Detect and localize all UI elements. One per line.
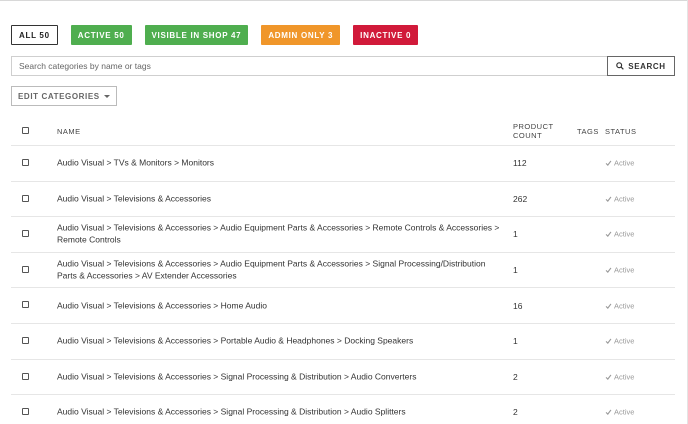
row-checkbox[interactable] (22, 230, 29, 238)
table-row[interactable]: Audio Visual > Televisions & Accessories… (11, 182, 675, 218)
table-row[interactable]: Audio Visual > Televisions & Accessories… (11, 360, 675, 396)
product-count: 1 (513, 229, 518, 240)
row-checkbox[interactable] (22, 194, 29, 202)
table-row[interactable]: Audio Visual > Televisions & Accessories… (11, 253, 675, 289)
status-badge: Active (605, 337, 634, 346)
categories-table: NAME PRODUCT COUNT TAGS STATUS Audio Vis… (11, 116, 675, 424)
table-row[interactable]: Audio Visual > Televisions & Accessories… (11, 288, 675, 324)
row-checkbox[interactable] (22, 265, 29, 273)
filter-active-button[interactable]: ACTIVE 50 (70, 25, 132, 45)
category-name[interactable]: Audio Visual > TVs & Monitors > Monitors (57, 158, 507, 170)
category-name[interactable]: Audio Visual > Televisions & Accessories… (57, 259, 507, 282)
category-name[interactable]: Audio Visual > Televisions & Accessories… (57, 300, 507, 312)
status-badge: Active (605, 159, 634, 168)
search-button[interactable]: SEARCH (607, 56, 675, 76)
product-count: 1 (513, 336, 518, 347)
check-icon (605, 196, 612, 202)
status-label: Active (614, 158, 635, 168)
table-row[interactable]: Audio Visual > Televisions & Accessories… (11, 217, 675, 253)
status-badge: Active (605, 408, 634, 417)
category-name[interactable]: Audio Visual > Televisions & Accessories… (57, 371, 507, 383)
product-count: 16 (513, 300, 523, 311)
row-checkbox[interactable] (22, 336, 29, 344)
check-icon (605, 160, 612, 167)
status-label: Active (614, 229, 635, 239)
column-header-product-count[interactable]: PRODUCT COUNT (513, 122, 563, 140)
product-count: 262 (513, 193, 528, 204)
row-checkbox[interactable] (22, 372, 29, 380)
filter-all-button[interactable]: ALL 50 (11, 25, 58, 45)
check-icon (605, 303, 612, 309)
product-count: 2 (513, 407, 518, 418)
category-name[interactable]: Audio Visual > Televisions & Accessories… (57, 407, 507, 419)
product-count: 2 (513, 371, 518, 382)
search-button-label: SEARCH (628, 61, 666, 71)
table-body: Audio Visual > TVs & Monitors > Monitors… (11, 146, 675, 424)
top-divider (0, 0, 688, 1)
status-badge: Active (605, 230, 634, 239)
row-checkbox[interactable] (22, 301, 29, 309)
status-label: Active (614, 265, 635, 275)
column-header-tags: TAGS (577, 127, 599, 136)
status-label: Active (614, 194, 635, 204)
check-icon (605, 338, 612, 345)
filter-admin-only-button[interactable]: ADMIN ONLY 3 (261, 25, 341, 45)
row-checkbox[interactable] (22, 408, 29, 416)
status-label: Active (614, 301, 635, 311)
row-checkbox[interactable] (22, 159, 29, 166)
filter-visible-in-shop-button[interactable]: VISIBLE IN SHOP 47 (144, 25, 249, 45)
table-row[interactable]: Audio Visual > Televisions & Accessories… (11, 324, 675, 360)
status-badge: Active (605, 372, 634, 381)
product-count: 112 (513, 158, 527, 169)
check-icon (605, 267, 612, 274)
status-badge: Active (605, 301, 634, 310)
status-label: Active (614, 336, 635, 346)
filter-bar: ALL 50 ACTIVE 50 VISIBLE IN SHOP 47 ADMI… (11, 25, 419, 45)
edit-categories-dropdown[interactable]: EDIT CATEGORIES (11, 86, 117, 106)
table-row[interactable]: Audio Visual > TVs & Monitors > Monitors… (11, 146, 675, 182)
category-name[interactable]: Audio Visual > Televisions & Accessories (57, 193, 507, 205)
caret-down-icon (103, 94, 110, 98)
edit-categories-label: EDIT CATEGORIES (18, 91, 100, 101)
category-name[interactable]: Audio Visual > Televisions & Accessories… (57, 223, 507, 246)
table-header: NAME PRODUCT COUNT TAGS STATUS (11, 116, 675, 146)
table-row[interactable]: Audio Visual > Televisions & Accessories… (11, 395, 675, 424)
column-header-name[interactable]: NAME (57, 127, 81, 136)
filter-inactive-button[interactable]: INACTIVE 0 (353, 25, 419, 45)
search-icon (616, 62, 625, 70)
check-icon (605, 410, 612, 416)
category-name[interactable]: Audio Visual > Televisions & Accessories… (57, 336, 507, 348)
status-label: Active (614, 407, 635, 417)
search-bar: SEARCH (11, 56, 675, 76)
product-count: 1 (513, 265, 518, 276)
search-input[interactable] (11, 56, 607, 76)
check-icon (605, 374, 612, 380)
status-label: Active (614, 372, 635, 382)
status-badge: Active (605, 266, 634, 275)
column-header-status[interactable]: STATUS (605, 127, 636, 136)
check-icon (605, 232, 612, 238)
select-all-checkbox[interactable] (22, 127, 29, 134)
status-badge: Active (605, 194, 634, 203)
